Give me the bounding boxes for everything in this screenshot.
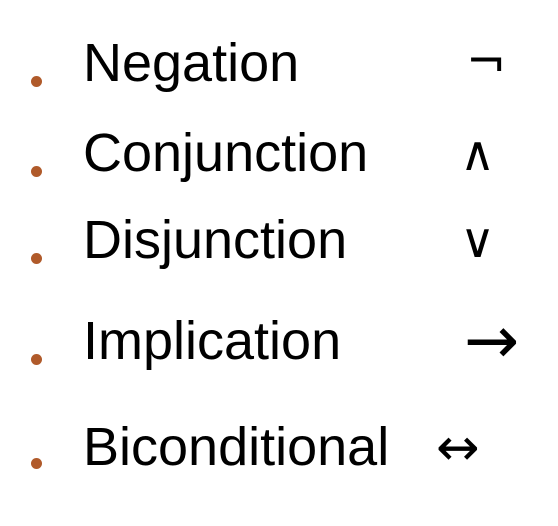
- item-label: Disjunction: [83, 210, 348, 270]
- item-label: Negation: [83, 33, 300, 93]
- conjunction-symbol: ∧: [460, 126, 496, 182]
- list-item-implication: Implication →: [0, 308, 558, 392]
- list-item-biconditional: Biconditional ↔: [0, 418, 558, 498]
- item-label: Implication: [83, 311, 342, 371]
- bullet-icon: [31, 354, 42, 365]
- implication-symbol: →: [464, 302, 520, 379]
- biconditional-symbol: ↔: [436, 418, 480, 478]
- list-item-negation: Negation ¬: [0, 34, 558, 114]
- disjunction-symbol: ∨: [460, 213, 496, 269]
- slide: Negation ¬ Conjunction ∧ Disjunction ∨ I…: [0, 0, 558, 526]
- list-item-disjunction: Disjunction ∨: [0, 211, 558, 291]
- list-item-conjunction: Conjunction ∧: [0, 124, 558, 204]
- negation-symbol: ¬: [466, 34, 507, 90]
- bullet-icon: [31, 458, 42, 469]
- bullet-icon: [31, 166, 42, 177]
- item-label: Biconditional: [83, 417, 390, 477]
- bullet-icon: [31, 76, 42, 87]
- bullet-icon: [31, 253, 42, 264]
- item-label: Conjunction: [83, 123, 369, 183]
